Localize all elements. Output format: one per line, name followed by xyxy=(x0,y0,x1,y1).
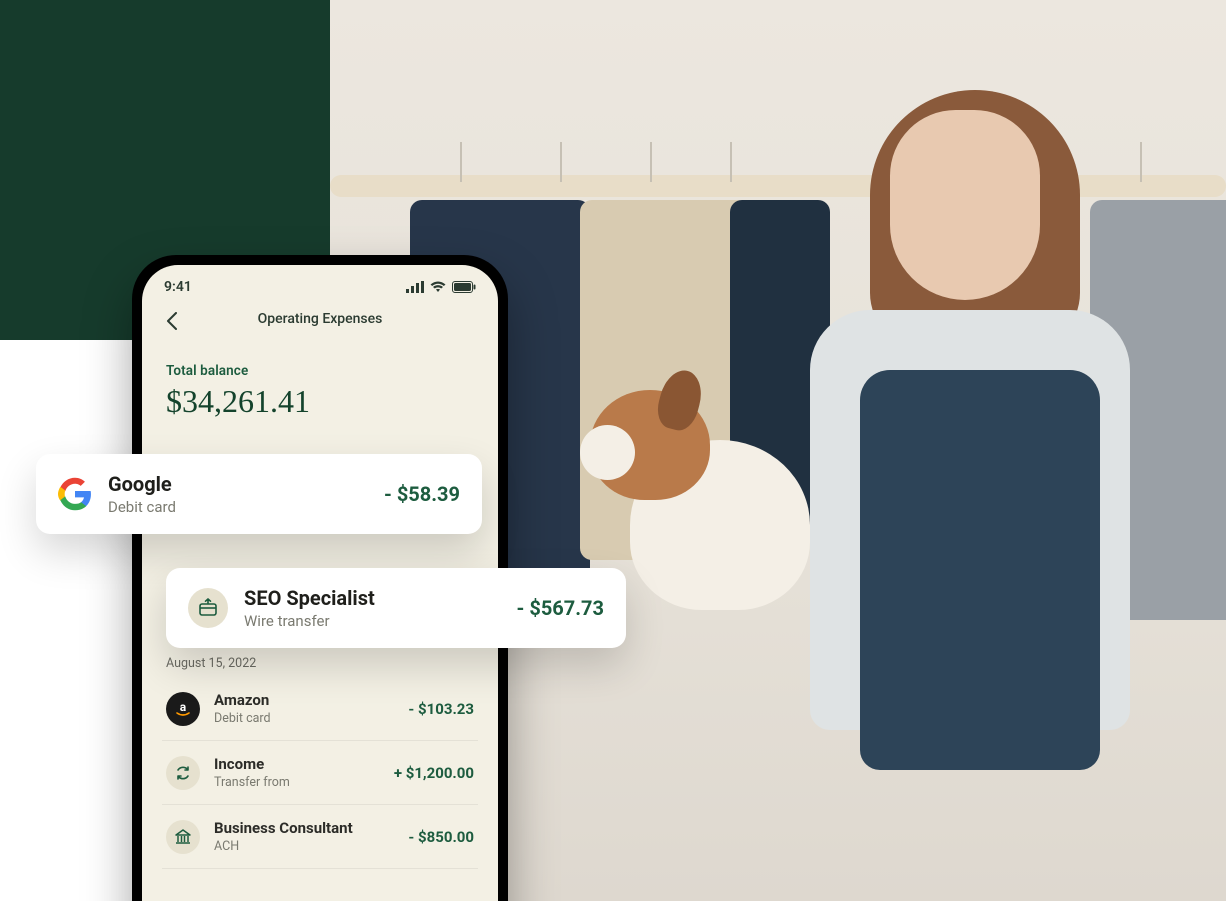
google-icon xyxy=(58,477,92,511)
page-title: Operating Expenses xyxy=(258,311,383,327)
transaction-subtitle: Debit card xyxy=(214,711,394,726)
transaction-row[interactable]: Business Consultant ACH - $850.00 xyxy=(162,804,478,868)
status-time: 9:41 xyxy=(164,279,192,295)
status-bar: 9:41 xyxy=(142,265,498,301)
transaction-amount: - $567.73 xyxy=(517,596,605,620)
transaction-row[interactable]: Income Transfer from + $1,200.00 xyxy=(162,740,478,804)
bank-icon xyxy=(166,820,200,854)
transaction-title: Amazon xyxy=(214,691,394,709)
transaction-amount: - $103.23 xyxy=(408,700,474,718)
transaction-amount: - $58.39 xyxy=(384,482,460,506)
cellular-icon xyxy=(406,281,424,293)
transaction-title: Google xyxy=(108,472,368,496)
highlight-transaction-google[interactable]: Google Debit card - $58.39 xyxy=(36,454,482,534)
balance-label: Total balance xyxy=(166,363,474,379)
transaction-title: Business Consultant xyxy=(214,819,394,837)
transaction-title: Income xyxy=(214,755,380,773)
transaction-amount: - $850.00 xyxy=(408,828,474,846)
transaction-subtitle: Debit card xyxy=(108,498,368,516)
transaction-amount: + $1,200.00 xyxy=(394,764,474,782)
chevron-left-icon xyxy=(166,312,178,330)
transaction-subtitle: ACH xyxy=(214,839,394,854)
svg-text:a: a xyxy=(180,700,187,714)
transaction-subtitle: Wire transfer xyxy=(244,612,501,630)
nav-bar: Operating Expenses xyxy=(142,301,498,343)
wire-transfer-icon xyxy=(188,588,228,628)
transaction-row[interactable]: a Amazon Debit card - $103.23 xyxy=(162,677,478,740)
highlight-transaction-seo[interactable]: SEO Specialist Wire transfer - $567.73 xyxy=(166,568,626,648)
transaction-subtitle: Transfer from xyxy=(214,775,380,790)
transfer-icon xyxy=(166,756,200,790)
balance-value: $34,261.41 xyxy=(166,383,474,420)
battery-icon xyxy=(452,281,476,293)
amazon-icon: a xyxy=(166,692,200,726)
back-button[interactable] xyxy=(160,309,184,333)
transaction-title: SEO Specialist xyxy=(244,586,501,610)
wifi-icon xyxy=(430,281,446,293)
